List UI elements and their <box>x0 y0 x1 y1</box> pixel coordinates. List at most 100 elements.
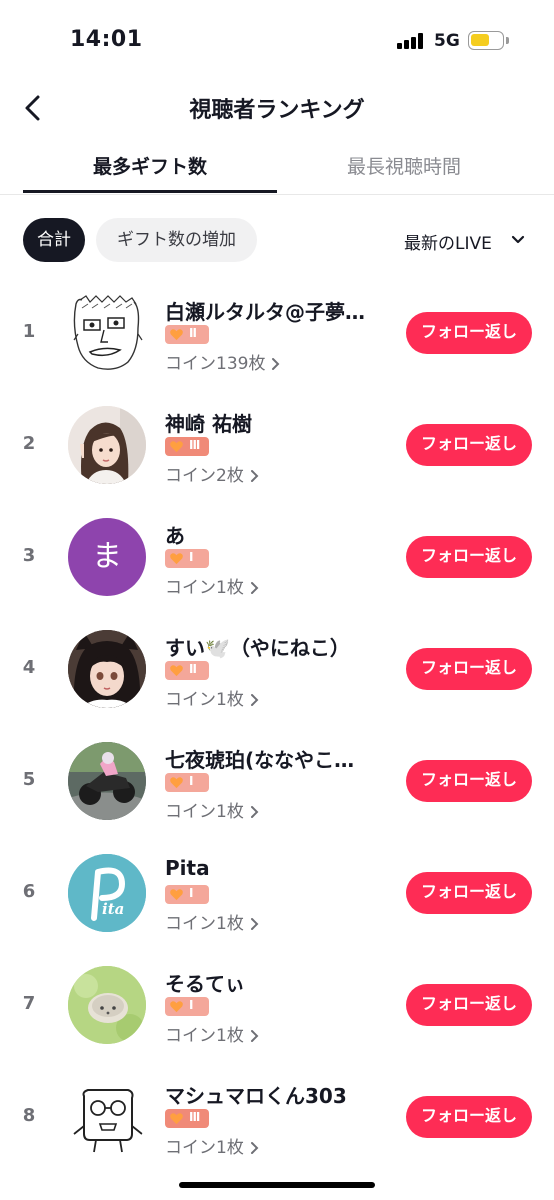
home-indicator <box>179 1182 375 1188</box>
coin-count[interactable]: コイン139枚 <box>165 349 281 374</box>
filter-row: 合計 ギフト数の増加 最新のLIVE <box>0 218 554 264</box>
viewer-name: 七夜琥珀(ななやこ… <box>165 748 355 772</box>
ranking-row[interactable]: 6 ita Pita I コイン1枚 フォロー返し <box>0 837 554 949</box>
avatar[interactable] <box>68 406 146 484</box>
follow-back-button[interactable]: フォロー返し <box>406 760 532 802</box>
avatar[interactable]: ま <box>68 518 146 596</box>
ranking-row[interactable]: 2 神崎 祐樹 III コイン2枚 フォロー返し <box>0 389 554 501</box>
coin-count[interactable]: コイン1枚 <box>165 1021 260 1046</box>
follow-back-button[interactable]: フォロー返し <box>406 1096 532 1138</box>
follow-back-button[interactable]: フォロー返し <box>406 872 532 914</box>
heart-icon <box>170 1001 183 1013</box>
chevron-right-icon <box>250 1142 259 1154</box>
coin-count[interactable]: コイン1枚 <box>165 685 260 710</box>
chip-total[interactable]: 合計 <box>23 218 85 262</box>
sort-dropdown[interactable]: 最新のLIVE <box>404 229 492 254</box>
coin-count[interactable]: コイン1枚 <box>165 1133 260 1158</box>
ranking-row[interactable]: 4 すい🕊️（やにねこ） II コイン1枚 フォロー返し <box>0 613 554 725</box>
heart-icon <box>170 889 183 901</box>
tab-longest-watch-time[interactable]: 最長視聴時間 <box>277 152 531 179</box>
avatar-letter: ま <box>92 539 122 574</box>
rank-number: 4 <box>22 657 36 678</box>
pita-logo-avatar: ita <box>68 854 146 932</box>
coin-count[interactable]: コイン2枚 <box>165 461 260 486</box>
level-badge: III <box>165 437 209 456</box>
ranking-row[interactable]: 5 七夜琥珀(ななやこ… I コイン1枚 フォロー返し <box>0 725 554 837</box>
viewer-name: すい🕊️（やにねこ） <box>165 636 350 660</box>
status-time: 14:01 <box>70 27 143 52</box>
status-bar: 14:01 5G <box>0 0 554 80</box>
active-tab-indicator <box>23 190 277 193</box>
chevron-right-icon <box>250 470 259 482</box>
motorcycle-avatar <box>68 742 146 820</box>
avatar[interactable] <box>68 1078 146 1156</box>
avatar[interactable]: ita <box>68 854 146 932</box>
rank-number: 3 <box>22 545 36 566</box>
chevron-right-icon <box>250 1030 259 1042</box>
level-badge: II <box>165 325 209 344</box>
follow-back-button[interactable]: フォロー返し <box>406 648 532 690</box>
follow-back-button[interactable]: フォロー返し <box>406 312 532 354</box>
coin-count-text: コイン1枚 <box>165 914 244 934</box>
battery-icon <box>468 31 504 50</box>
coin-count-text: コイン1枚 <box>165 578 244 598</box>
level-badge: II <box>165 661 209 680</box>
avatar[interactable] <box>68 630 146 708</box>
ranking-row[interactable]: 1 白瀬ルタルタ@子夢… II コイン139枚 フォロー返し <box>0 277 554 389</box>
header: 視聴者ランキング <box>0 80 554 136</box>
rank-number: 7 <box>22 993 36 1014</box>
follow-back-button[interactable]: フォロー返し <box>406 424 532 466</box>
coin-count-text: コイン1枚 <box>165 690 244 710</box>
ranking-row[interactable]: 8 マシュマロくん303 III コイン1枚 フォロー返し <box>0 1061 554 1173</box>
chevron-right-icon <box>250 806 259 818</box>
coin-count[interactable]: コイン1枚 <box>165 909 260 934</box>
level-text: I <box>189 550 194 564</box>
network-type: 5G <box>434 31 460 51</box>
coin-count-text: コイン1枚 <box>165 802 244 822</box>
follow-back-button[interactable]: フォロー返し <box>406 984 532 1026</box>
level-text: I <box>189 774 194 788</box>
avatar[interactable] <box>68 966 146 1044</box>
level-text: III <box>189 438 200 452</box>
heart-icon <box>170 777 183 789</box>
coin-count[interactable]: コイン1枚 <box>165 573 260 598</box>
chevron-right-icon <box>272 358 280 370</box>
battery-tip <box>506 37 509 44</box>
level-badge: III <box>165 1109 209 1128</box>
ranking-row[interactable]: 7 そるてぃ I コイン1枚 フォロー返し <box>0 949 554 1061</box>
avatar[interactable] <box>68 742 146 820</box>
level-badge: I <box>165 773 209 792</box>
viewer-name: Pita <box>165 856 210 880</box>
level-badge: I <box>165 997 209 1016</box>
level-text: III <box>189 1110 200 1124</box>
rank-number: 6 <box>22 881 36 902</box>
pita-logo-text: ita <box>102 900 124 918</box>
rank-number: 8 <box>22 1105 36 1126</box>
anime-cat-girl-avatar <box>68 630 146 708</box>
chevron-right-icon <box>250 918 259 930</box>
coin-count-text: コイン139枚 <box>165 354 266 374</box>
viewer-name: あ <box>165 524 185 548</box>
ranking-row[interactable]: 3 ま あ I コイン1枚 フォロー返し <box>0 501 554 613</box>
viewer-name: マシュマロくん303 <box>165 1084 347 1108</box>
level-badge: I <box>165 885 209 904</box>
heart-icon <box>170 329 183 341</box>
chip-gift-increase[interactable]: ギフト数の増加 <box>96 218 257 262</box>
coin-count[interactable]: コイン1枚 <box>165 797 260 822</box>
viewer-name: 白瀬ルタルタ@子夢… <box>165 300 365 324</box>
doodle-glasses-avatar <box>68 1078 146 1156</box>
follow-back-button[interactable]: フォロー返し <box>406 536 532 578</box>
coin-count-text: コイン1枚 <box>165 1026 244 1046</box>
viewer-name: 神崎 祐樹 <box>165 412 252 436</box>
heart-icon <box>170 553 183 565</box>
level-text: I <box>189 998 194 1012</box>
tab-most-gifts[interactable]: 最多ギフト数 <box>23 152 277 179</box>
coin-count-text: コイン1枚 <box>165 1138 244 1158</box>
hedgehog-avatar <box>68 966 146 1044</box>
level-text: II <box>189 662 197 676</box>
coin-count-text: コイン2枚 <box>165 466 244 486</box>
heart-icon <box>170 665 183 677</box>
avatar[interactable] <box>68 294 146 372</box>
chevron-down-icon[interactable] <box>510 232 526 248</box>
level-text: II <box>189 326 197 340</box>
